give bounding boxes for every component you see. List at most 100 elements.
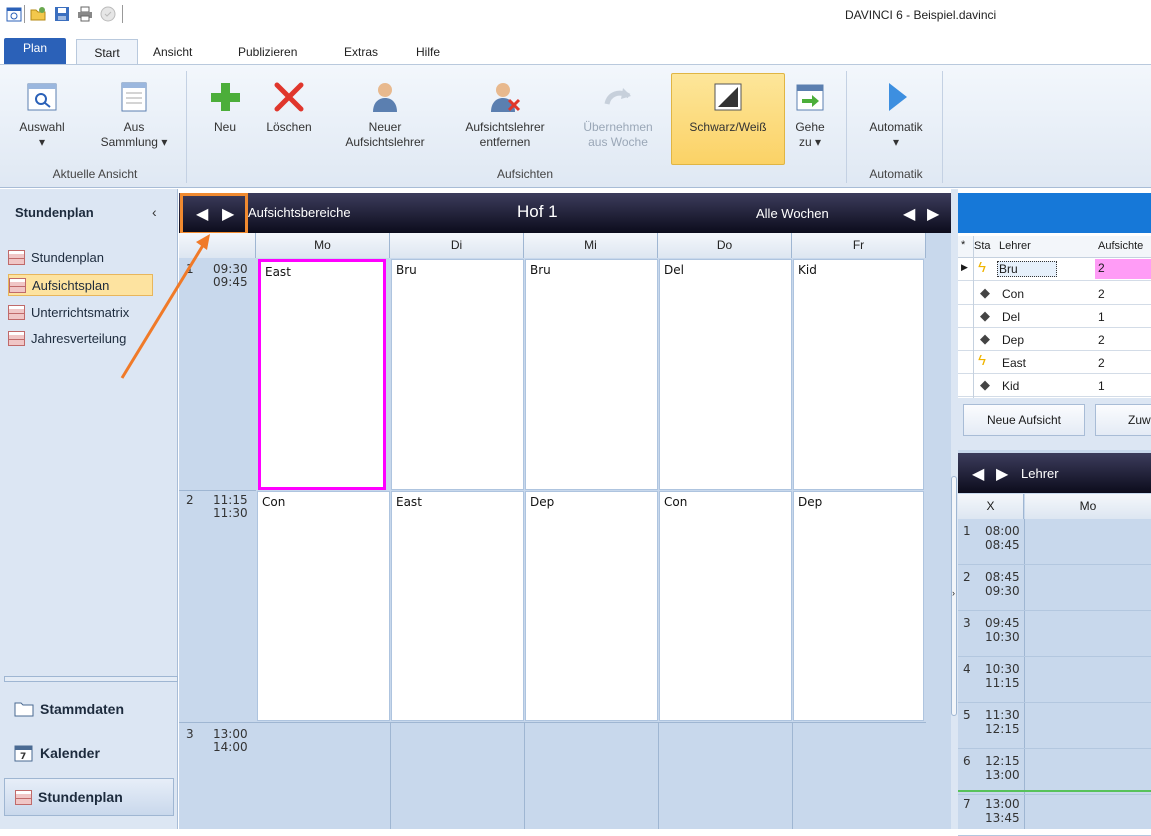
redo-arrow-icon	[601, 80, 635, 114]
uebernehmen-button[interactable]: Übernehmen aus Woche	[572, 80, 664, 150]
table-row[interactable]: ◆ Kid 1	[958, 374, 1151, 397]
divider	[24, 5, 25, 23]
plus-icon	[208, 80, 242, 114]
tab-start[interactable]: Start	[76, 39, 138, 65]
open-icon[interactable]	[30, 6, 46, 22]
table-row[interactable]: ϟ East 2	[958, 351, 1151, 374]
schwarzweiss-button[interactable]: Schwarz/Weiß	[671, 73, 785, 165]
annotation-arrow	[120, 234, 210, 379]
lehrer-col-x: X	[958, 494, 1024, 519]
divider	[973, 236, 974, 398]
nav-bottom-label: Stammdaten	[40, 701, 125, 717]
teacher-table-header: * Sta Lehrer Aufsichte	[958, 236, 1151, 258]
day-header-do: Do	[658, 233, 792, 258]
person-icon	[368, 80, 402, 114]
aus-sammlung-button[interactable]: Aus Sammlung ▾	[92, 80, 176, 150]
nav-bottom-label: Kalender	[40, 745, 100, 761]
aufsichtsbereiche-label: Aufsichtsbereiche	[248, 205, 351, 220]
calendar-goto-icon	[793, 80, 827, 114]
neu-button[interactable]: Neu	[200, 80, 250, 135]
automatik-label: Automatik	[869, 120, 923, 134]
table-icon	[8, 304, 25, 320]
table-icon	[15, 789, 32, 805]
aufsichtslehrer-entfernen-button[interactable]: Aufsichtslehrer entfernen	[450, 80, 560, 150]
teacher-name: Bru	[997, 261, 1057, 277]
teacher-count: 2	[1098, 333, 1105, 347]
schedule-cell[interactable]: Con	[257, 491, 390, 721]
schedule-cell[interactable]: Dep	[793, 491, 924, 721]
nav-item-label: Stundenplan	[31, 249, 105, 265]
schedule-cell[interactable]: East	[391, 491, 524, 721]
tab-extras[interactable]: Extras	[344, 40, 378, 64]
gehe-label: Gehe	[795, 120, 825, 134]
calendar-icon: 7	[14, 745, 33, 762]
uebernehmen-label-1: Übernehmen	[583, 120, 653, 134]
plan-title: Hof 1	[517, 202, 558, 221]
row-pointer-icon: ▶	[961, 262, 968, 272]
app-icon[interactable]	[6, 6, 22, 22]
tab-hilfe[interactable]: Hilfe	[416, 40, 440, 64]
lehrer-period-row: 3 09:45 10:30	[958, 611, 1151, 657]
divider	[792, 722, 793, 829]
tab-plan[interactable]: Plan	[4, 38, 66, 64]
schedule-cell[interactable]: Del	[659, 259, 792, 490]
lehrer-title: Lehrer	[1021, 466, 1059, 481]
neuer-aufsichtslehrer-button[interactable]: Neuer Aufsichtslehrer	[330, 80, 440, 150]
automatik-button[interactable]: Automatik ▾	[856, 80, 936, 150]
schedule-cell[interactable]: Con	[659, 491, 792, 721]
schedule-cell[interactable]: Bru	[525, 259, 658, 490]
table-row[interactable]: ◆ Del 1	[958, 305, 1151, 328]
schedule-cell[interactable]: Dep	[525, 491, 658, 721]
tab-ansicht[interactable]: Ansicht	[153, 40, 192, 64]
diamond-icon: ◆	[980, 331, 990, 346]
lehrer-period-row: 7 13:00 13:45	[958, 790, 1151, 836]
window-title: DAVINCI 6 - Beispiel.davinci	[845, 8, 997, 22]
table-row[interactable]: ◆ Con 2	[958, 282, 1151, 305]
collapse-chevron-icon[interactable]: ‹	[152, 204, 157, 220]
play-icon	[879, 80, 913, 114]
neuer-label: Neuer	[368, 120, 402, 134]
group-aktuelle-ansicht: Aktuelle Ansicht	[52, 167, 138, 181]
teacher-name: Con	[1002, 287, 1025, 301]
entfernen-label-2: entfernen	[479, 135, 531, 149]
header-aufsichten: Aufsichte	[1098, 240, 1144, 252]
gehe-zu-button[interactable]: Gehe zu ▾	[788, 80, 832, 150]
teacher-name: East	[1002, 356, 1027, 370]
collection-icon	[117, 80, 151, 114]
scroll-gutter	[926, 233, 951, 829]
header-lehrer: Lehrer	[999, 240, 1031, 252]
print-icon[interactable]	[77, 6, 93, 22]
schedule-cell[interactable]: Bru	[391, 259, 524, 490]
lehrer-next-arrow-icon[interactable]: ▶	[996, 464, 1008, 484]
lightning-icon: ϟ	[978, 259, 986, 276]
divider	[524, 722, 525, 829]
schedule-cell[interactable]: East	[258, 259, 386, 490]
nav-kalender[interactable]: 7 Kalender	[4, 734, 174, 772]
nav-stundenplan-bottom[interactable]: Stundenplan	[4, 778, 174, 816]
neue-aufsicht-button[interactable]: Neue Aufsicht	[963, 404, 1085, 436]
schedule-row-empty	[256, 722, 926, 829]
week-prev-arrow-icon[interactable]: ◀	[903, 204, 915, 224]
schedule-cell[interactable]: Kid	[793, 259, 924, 490]
lehrer-prev-arrow-icon[interactable]: ◀	[972, 464, 984, 484]
teacher-name: Del	[1002, 310, 1021, 324]
help-icon[interactable]	[100, 6, 116, 22]
zu-label: zu	[798, 135, 812, 149]
tab-publizieren[interactable]: Publizieren	[238, 40, 297, 64]
dropdown-arrow-icon: ▾	[892, 135, 900, 149]
table-row[interactable]: ▶ ϟ Bru 2	[958, 258, 1151, 281]
save-icon[interactable]	[54, 6, 70, 22]
loeschen-button[interactable]: Löschen	[256, 80, 322, 135]
group-aufsichten: Aufsichten	[496, 167, 554, 181]
expand-arrow-icon[interactable]: ›	[952, 588, 955, 598]
splitter[interactable]	[4, 676, 178, 682]
divider	[179, 722, 256, 723]
table-row[interactable]: ◆ Dep 2	[958, 328, 1151, 351]
lehrer-period-row: 5 11:30 12:15	[958, 703, 1151, 749]
auswahl-button[interactable]: Auswahl ▾	[12, 80, 72, 150]
header-status: Sta	[974, 240, 991, 252]
nav-item-label: Aufsichtsplan	[32, 277, 110, 293]
nav-stammdaten[interactable]: Stammdaten	[4, 690, 174, 728]
week-next-arrow-icon[interactable]: ▶	[927, 204, 939, 224]
zuweisen-button[interactable]: Zuw	[1095, 404, 1151, 436]
